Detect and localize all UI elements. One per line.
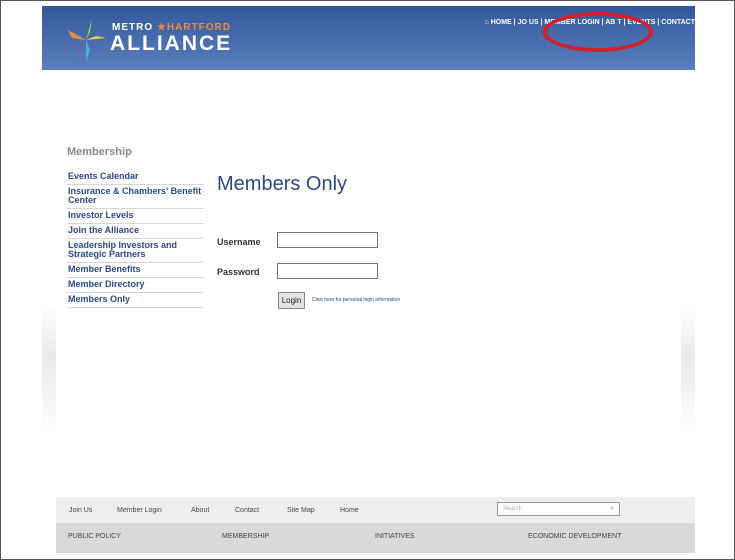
footer-links-bar: Join Us Member Login About Contact Site … [56,497,695,523]
page-title: Members Only [217,173,348,195]
username-label: Username [217,237,261,247]
site-logo[interactable]: METRO ★HARTFORD ALLIANCE [62,16,232,64]
top-nav-fragment-1[interactable]: HOME | JO [491,19,527,26]
login-help-link[interactable]: Click here for personal login informatio… [312,297,400,303]
site-header: METRO ★HARTFORD ALLIANCE ⌂ HOME | JO US … [42,6,695,70]
footer-link-join-us[interactable]: Join Us [69,507,92,514]
sidebar-item-join-the-alliance[interactable]: Join the Alliance [67,224,204,239]
right-shade [681,305,695,435]
password-label: Password [217,267,260,277]
starburst-logo-icon [66,18,106,62]
sidebar-item-events-calendar[interactable]: Events Calendar [67,170,204,185]
highlight-circle [543,12,653,52]
sidebar-title: Membership [67,146,132,158]
footer-link-contact[interactable]: Contact [235,507,259,514]
search-input[interactable]: Search » [497,502,620,516]
home-icon: ⌂ [484,19,489,26]
sidebar-item-leadership-investors[interactable]: Leadership Investors and Strategic Partn… [67,239,204,263]
footer-section-membership[interactable]: MEMBERSHIP [222,533,269,540]
username-input[interactable] [277,232,378,248]
sidebar-item-investor-levels[interactable]: Investor Levels [67,209,204,224]
sidebar: Membership Events Calendar Insurance & C… [67,146,204,308]
footer-section-public-policy[interactable]: PUBLIC POLICY [68,533,121,540]
footer-link-about[interactable]: About [191,507,209,514]
footer-link-home[interactable]: Home [340,507,359,514]
footer-link-site-map[interactable]: Site Map [287,507,315,514]
sidebar-item-members-only[interactable]: Members Only [67,293,204,308]
logo-wordmark: ALLIANCE [110,32,233,55]
login-button[interactable]: Login [278,292,305,309]
footer-link-member-login[interactable]: Member Login [117,507,162,514]
password-input[interactable] [277,263,378,279]
sidebar-item-member-benefits[interactable]: Member Benefits [67,263,204,278]
search-submit-icon[interactable]: » [610,503,614,515]
sidebar-item-insurance-benefit-center[interactable]: Insurance & Chambers' Benefit Center [67,185,204,209]
footer-section-economic-development[interactable]: ECONOMIC DEVELOPMENT [528,533,621,540]
left-shade [42,305,56,435]
search-placeholder: Search [503,506,523,512]
footer-section-initiatives[interactable]: INITIATIVES [375,533,415,540]
footer-sections-bar: PUBLIC POLICY MEMBERSHIP INITIATIVES ECO… [56,523,695,553]
sidebar-item-member-directory[interactable]: Member Directory [67,278,204,293]
